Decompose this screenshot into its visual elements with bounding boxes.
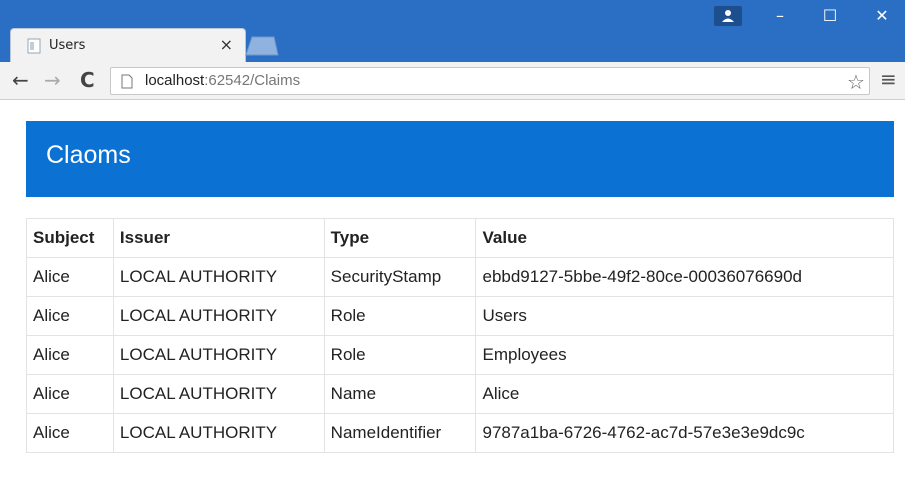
window-minimize-button[interactable]: – [760,4,800,28]
cell-type: SecurityStamp [323,257,477,297]
window-close-button[interactable]: ✕ [862,4,902,28]
table-row: Alice LOCAL AUTHORITY NameIdentifier 978… [26,413,894,453]
cell-issuer: LOCAL AUTHORITY [112,257,325,297]
cell-value: ebbd9127-5bbe-49f2-80ce-00036076690d [475,257,894,297]
cell-subject: Alice [26,257,114,297]
url-path: :62542/Claims [204,72,301,89]
cell-issuer: LOCAL AUTHORITY [112,374,325,414]
cell-value: Alice [475,374,894,414]
page-header-panel: Claoms [26,121,894,197]
cell-type: Role [323,296,477,336]
back-arrow-icon[interactable]: ← [12,70,29,90]
cell-value: 9787a1ba-6726-4762-ac7d-57e3e3e9dc9c [475,413,894,453]
bookmark-star-icon[interactable]: ☆ [847,70,865,94]
cell-issuer: LOCAL AUTHORITY [112,335,325,375]
person-icon [722,10,734,22]
tab-close-icon[interactable]: × [220,35,233,54]
cell-issuer: LOCAL AUTHORITY [112,296,325,336]
address-bar[interactable]: localhost:62542/Claims ☆ [110,67,870,95]
table-header-row: Subject Issuer Type Value [26,218,894,258]
cell-issuer: LOCAL AUTHORITY [112,413,325,453]
column-header-type: Type [323,218,477,258]
user-profile-icon[interactable] [714,6,742,26]
new-tab-button[interactable] [244,36,280,56]
cell-value: Users [475,296,894,336]
table-row: Alice LOCAL AUTHORITY Role Users [26,296,894,336]
page-title: Claoms [46,141,131,169]
browser-toolbar: ← → C localhost:62542/Claims ☆ ≡ [0,62,905,100]
forward-arrow-icon[interactable]: → [44,70,61,90]
column-header-subject: Subject [26,218,114,258]
cell-type: Role [323,335,477,375]
table-row: Alice LOCAL AUTHORITY SecurityStamp ebbd… [26,257,894,297]
column-header-value: Value [475,218,894,258]
cell-subject: Alice [26,296,114,336]
url-host: localhost [145,72,205,89]
menu-icon[interactable]: ≡ [880,69,897,89]
tab-title: Users [49,38,86,53]
browser-titlebar: Users × – ☐ ✕ [0,0,905,62]
cell-subject: Alice [26,413,114,453]
reload-icon[interactable]: C [80,70,95,90]
column-header-issuer: Issuer [112,218,325,258]
tab-users[interactable]: Users × [10,28,246,62]
claims-table: Subject Issuer Type Value Alice LOCAL AU… [26,218,894,453]
cell-subject: Alice [26,374,114,414]
url-text[interactable]: localhost:62542/Claims [145,72,300,89]
cell-type: Name [323,374,477,414]
table-row: Alice LOCAL AUTHORITY Name Alice [26,374,894,414]
cell-subject: Alice [26,335,114,375]
cell-value: Employees [475,335,894,375]
page-icon [27,38,41,54]
cell-type: NameIdentifier [323,413,477,453]
window-maximize-button[interactable]: ☐ [810,4,850,28]
page-icon [121,74,133,89]
table-row: Alice LOCAL AUTHORITY Role Employees [26,335,894,375]
